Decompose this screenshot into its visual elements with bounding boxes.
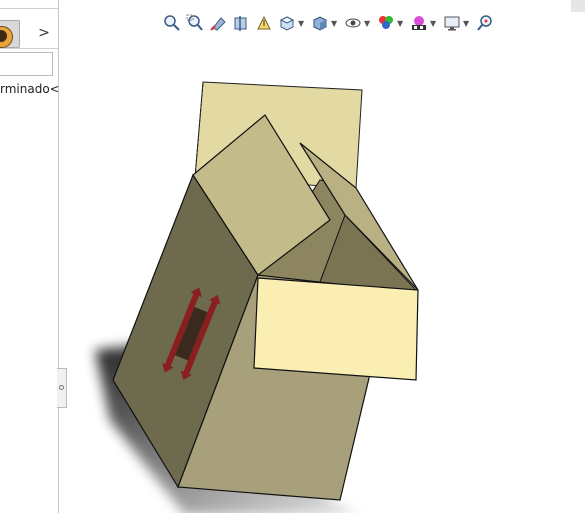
chevron-down-icon[interactable]: ▼	[298, 19, 306, 28]
apply-scene-icon[interactable]	[409, 13, 429, 33]
chevron-down-icon[interactable]: ▼	[463, 19, 471, 28]
tree-item-label[interactable]: rminado<	[0, 82, 58, 98]
previous-view-icon[interactable]	[208, 13, 228, 33]
rotate-view-icon[interactable]	[475, 13, 495, 33]
display-style-icon[interactable]	[310, 13, 330, 33]
panel-top-strip	[0, 0, 58, 9]
hide-show-items-icon[interactable]	[343, 13, 363, 33]
heads-up-view-toolbar: ▼ ▼ ▼ ▼ ▼ ▼	[162, 12, 498, 34]
view-settings-icon[interactable]	[442, 13, 462, 33]
view-orientation-icon[interactable]	[277, 13, 297, 33]
model-view	[95, 81, 419, 513]
chevron-down-icon[interactable]: ▼	[364, 19, 372, 28]
graphics-area[interactable]: ▼ ▼ ▼ ▼ ▼ ▼	[60, 0, 585, 513]
chevron-down-icon[interactable]: ▼	[430, 19, 438, 28]
zoom-to-fit-icon[interactable]	[162, 13, 182, 33]
appearance-tab[interactable]	[0, 20, 20, 48]
chevron-down-icon[interactable]: ▼	[331, 19, 339, 28]
feature-manager-panel: > rminado<	[0, 0, 59, 513]
section-view-icon[interactable]	[231, 13, 251, 33]
box-inner-face	[253, 277, 419, 381]
zoom-to-area-icon[interactable]	[185, 13, 205, 33]
chevron-down-icon[interactable]: ▼	[397, 19, 405, 28]
edit-appearance-icon[interactable]	[376, 13, 396, 33]
chevron-right-icon[interactable]: >	[36, 25, 52, 41]
panel-tab-strip: >	[0, 18, 58, 49]
tree-filter-input[interactable]	[0, 52, 53, 76]
appearance-icon	[0, 26, 13, 48]
dynamic-annotation-icon[interactable]	[254, 13, 274, 33]
